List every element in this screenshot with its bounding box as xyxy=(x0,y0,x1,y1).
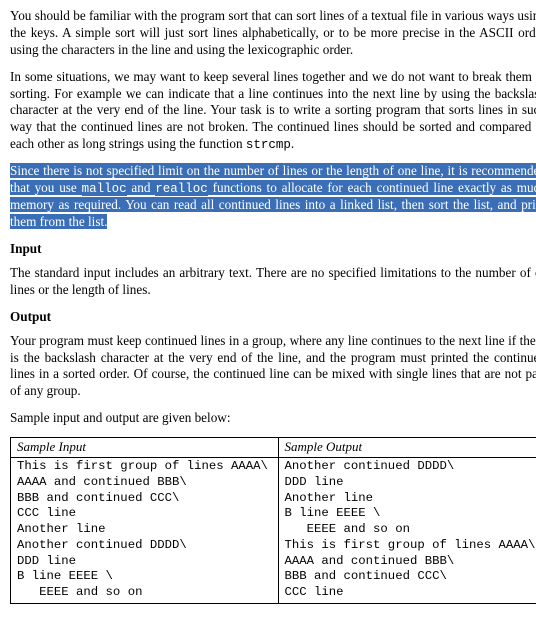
sample-table-header-row: Sample Input Sample Output xyxy=(11,438,536,458)
sample-table-body-row: This is first group of lines AAAA\ AAAA … xyxy=(11,458,536,604)
output-heading: Output xyxy=(10,309,536,325)
realloc-code: realloc xyxy=(155,182,208,196)
sample-intro: Sample input and output are given below: xyxy=(10,410,536,427)
intro-paragraph-2: In some situations, we may want to keep … xyxy=(10,69,536,154)
sample-input-header: Sample Input xyxy=(11,438,279,458)
sample-table: Sample Input Sample Output This is first… xyxy=(10,437,536,604)
highlighted-paragraph: Since there is not specified limit on th… xyxy=(10,163,536,231)
malloc-code: malloc xyxy=(82,182,127,196)
strcmp-code: strcmp xyxy=(246,138,291,152)
input-heading: Input xyxy=(10,241,536,257)
input-paragraph: The standard input includes an arbitrary… xyxy=(10,265,536,299)
sample-output-header: Sample Output xyxy=(278,438,536,458)
hl-mid: and xyxy=(127,180,156,195)
output-paragraph: Your program must keep continued lines i… xyxy=(10,333,536,401)
sample-output-cell: Another continued DDDD\ DDD line Another… xyxy=(278,458,536,604)
sample-input-cell: This is first group of lines AAAA\ AAAA … xyxy=(11,458,279,604)
intro-paragraph-2-tail: . xyxy=(291,136,294,151)
highlighted-selection: Since there is not specified limit on th… xyxy=(10,163,536,229)
intro-paragraph-1: You should be familiar with the program … xyxy=(10,8,536,59)
